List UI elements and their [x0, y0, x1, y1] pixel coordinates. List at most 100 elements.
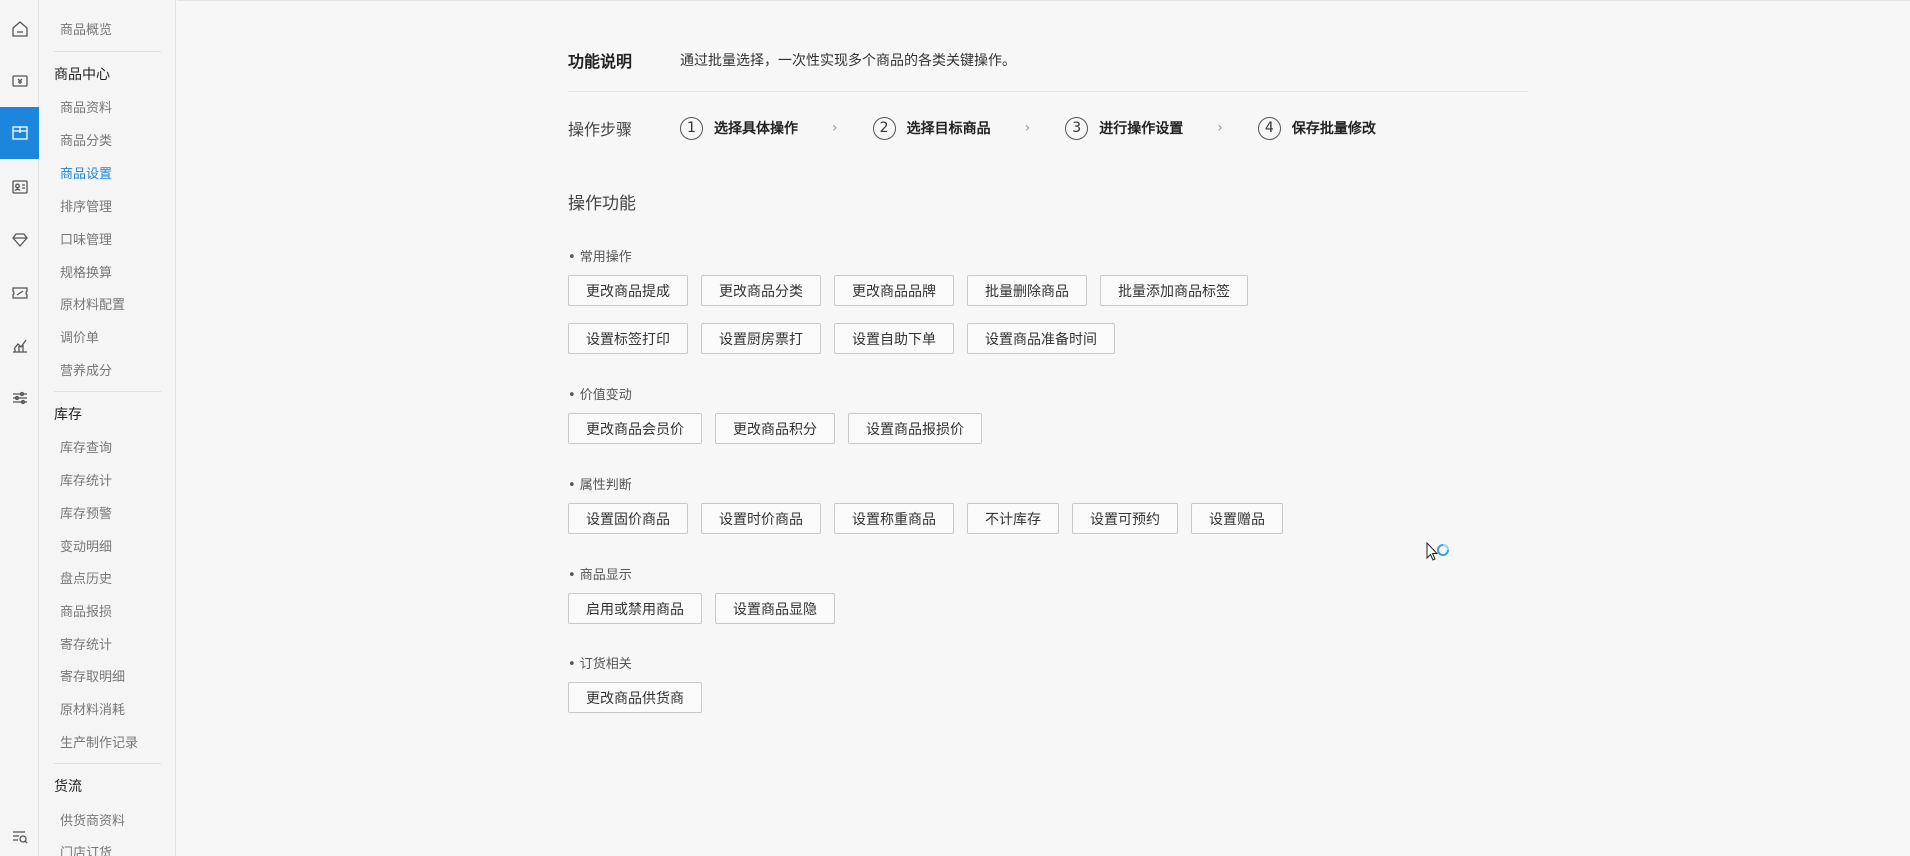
main-content: 功能说明 通过批量选择，一次性实现多个商品的各类关键操作。 操作步骤 1 选择具…: [177, 0, 1910, 856]
step-number: 4: [1257, 116, 1281, 140]
member-card-icon: [11, 180, 28, 194]
sidebar-group-title: 货流: [54, 779, 82, 795]
rail-reports[interactable]: [0, 319, 39, 371]
step-text: 进行操作设置: [1099, 121, 1184, 137]
section-display: • 商品显示 启用或禁用商品 设置商品显隐: [568, 564, 848, 624]
section-label: • 订货相关: [568, 657, 632, 672]
market-price-button[interactable]: 设置时价商品: [701, 503, 821, 534]
button-row: 更改商品会员价 更改商品积分 设置商品报损价: [568, 413, 995, 444]
weighed-button[interactable]: 设置称重商品: [834, 503, 954, 534]
ops-title: 操作功能: [568, 194, 636, 214]
chevron-right-icon: ›: [1217, 120, 1223, 136]
section-attributes: • 属性判断 设置固价商品 设置时价商品 设置称重商品 不计库存 设置可预约 设…: [568, 474, 1296, 534]
steps-row: 操作步骤 1 选择具体操作 › 2 选择目标商品 › 3 进行操作设置 › 4 …: [568, 116, 1376, 140]
rail-settings[interactable]: [0, 372, 39, 424]
label-print-button[interactable]: 设置标签打印: [568, 323, 688, 354]
points-button[interactable]: 更改商品积分: [715, 413, 835, 444]
sidebar-item[interactable]: 原材料配置: [60, 294, 125, 313]
sidebar-item[interactable]: 商品资料: [60, 97, 112, 116]
sidebar-item[interactable]: 调价单: [60, 327, 99, 346]
step-1: 1 选择具体操作: [680, 116, 798, 140]
rail-home[interactable]: [0, 3, 39, 55]
section-value: • 价值变动 更改商品会员价 更改商品积分 设置商品报损价: [568, 384, 995, 444]
sidebar-item[interactable]: 寄存取明细: [60, 666, 125, 685]
sidebar-divider: [54, 763, 161, 764]
sidebar-item[interactable]: 库存统计: [60, 470, 112, 489]
loss-price-button[interactable]: 设置商品报损价: [848, 413, 982, 444]
batch-delete-button[interactable]: 批量删除商品: [967, 275, 1087, 306]
rail-coupons[interactable]: [0, 267, 39, 319]
fixed-price-button[interactable]: 设置固价商品: [568, 503, 688, 534]
reservable-button[interactable]: 设置可预约: [1072, 503, 1178, 534]
product-box-icon: [11, 126, 28, 140]
section-label: • 属性判断: [568, 478, 632, 493]
prep-time-button[interactable]: 设置商品准备时间: [967, 323, 1115, 354]
intro-row: 功能说明 通过批量选择，一次性实现多个商品的各类关键操作。: [568, 48, 1528, 72]
sidebar-divider: [54, 391, 161, 392]
change-supplier-button[interactable]: 更改商品供货商: [568, 682, 702, 713]
gift-button[interactable]: 设置赠品: [1191, 503, 1283, 534]
sidebar-item[interactable]: 寄存统计: [60, 634, 112, 653]
step-number: 2: [872, 116, 896, 140]
icon-rail: [0, 0, 39, 856]
sidebar-item[interactable]: 商品分类: [60, 130, 112, 149]
no-stock-button[interactable]: 不计库存: [967, 503, 1059, 534]
sidebar-divider: [54, 51, 161, 52]
sidebar-item[interactable]: 营养成分: [60, 360, 112, 379]
sidebar-item-overview[interactable]: 商品概览: [60, 19, 112, 38]
sidebar-item[interactable]: 供货商资料: [60, 810, 125, 829]
intro-title: 功能说明: [568, 52, 633, 71]
section-ordering: • 订货相关 更改商品供货商: [568, 653, 715, 713]
sidebar: 商品概览 商品中心 商品资料 商品分类 商品设置 排序管理 口味管理 规格换算 …: [39, 0, 176, 856]
member-price-button[interactable]: 更改商品会员价: [568, 413, 702, 444]
sidebar-item[interactable]: 规格换算: [60, 262, 112, 281]
step-4: 4 保存批量修改: [1257, 116, 1376, 140]
step-text: 选择目标商品: [906, 121, 991, 137]
sidebar-item[interactable]: 盘点历史: [60, 568, 112, 587]
divider: [568, 91, 1528, 92]
sidebar-item[interactable]: 库存查询: [60, 437, 112, 456]
busy-cursor-icon: [1426, 542, 1449, 561]
section-label: • 常用操作: [568, 250, 632, 265]
change-brand-button[interactable]: 更改商品品牌: [834, 275, 954, 306]
sidebar-item[interactable]: 变动明细: [60, 536, 112, 555]
sidebar-item[interactable]: 商品报损: [60, 601, 112, 620]
enable-disable-button[interactable]: 启用或禁用商品: [568, 593, 702, 624]
chevron-right-icon: ›: [832, 120, 838, 136]
sidebar-item[interactable]: 库存预警: [60, 503, 112, 522]
change-category-button[interactable]: 更改商品分类: [701, 275, 821, 306]
button-row: 启用或禁用商品 设置商品显隐: [568, 593, 848, 624]
rail-marketing[interactable]: [0, 214, 39, 266]
chevron-right-icon: ›: [1024, 120, 1031, 136]
sidebar-group-title: 库存: [54, 407, 82, 423]
sidebar-item-active[interactable]: 商品设置: [60, 163, 112, 182]
intro-desc: 通过批量选择，一次性实现多个商品的各类关键操作。: [680, 53, 1016, 69]
sidebar-item[interactable]: 原材料消耗: [60, 699, 125, 718]
button-row: 更改商品供货商: [568, 682, 715, 713]
steps-label: 操作步骤: [568, 120, 633, 139]
step-text: 保存批量修改: [1291, 121, 1376, 137]
diamond-icon: [11, 233, 28, 247]
sidebar-item[interactable]: 生产制作记录: [60, 732, 138, 751]
self-order-button[interactable]: 设置自助下单: [834, 323, 954, 354]
sidebar-item[interactable]: 口味管理: [60, 229, 112, 248]
section-label: • 商品显示: [568, 568, 632, 583]
rail-cashier[interactable]: [0, 55, 39, 107]
button-row: 更改商品提成 更改商品分类 更改商品品牌 批量删除商品 批量添加商品标签: [568, 275, 1261, 306]
top-border: [177, 0, 1910, 1]
button-row: 设置固价商品 设置时价商品 设置称重商品 不计库存 设置可预约 设置赠品: [568, 503, 1296, 534]
step-number: 3: [1065, 116, 1089, 140]
rail-products[interactable]: [0, 107, 39, 159]
batch-add-tag-button[interactable]: 批量添加商品标签: [1100, 275, 1248, 306]
cash-register-icon: [11, 75, 28, 87]
button-row: 设置标签打印 设置厨房票打 设置自助下单 设置商品准备时间: [568, 323, 1261, 354]
rail-members[interactable]: [0, 161, 39, 213]
kitchen-print-button[interactable]: 设置厨房票打: [701, 323, 821, 354]
rail-search[interactable]: [0, 818, 39, 856]
step-3: 3 进行操作设置: [1065, 116, 1184, 140]
sidebar-item[interactable]: 门店订货: [60, 842, 112, 856]
visibility-button[interactable]: 设置商品显隐: [715, 593, 835, 624]
change-commission-button[interactable]: 更改商品提成: [568, 275, 688, 306]
chart-icon: [12, 339, 27, 353]
sidebar-item[interactable]: 排序管理: [60, 196, 112, 215]
